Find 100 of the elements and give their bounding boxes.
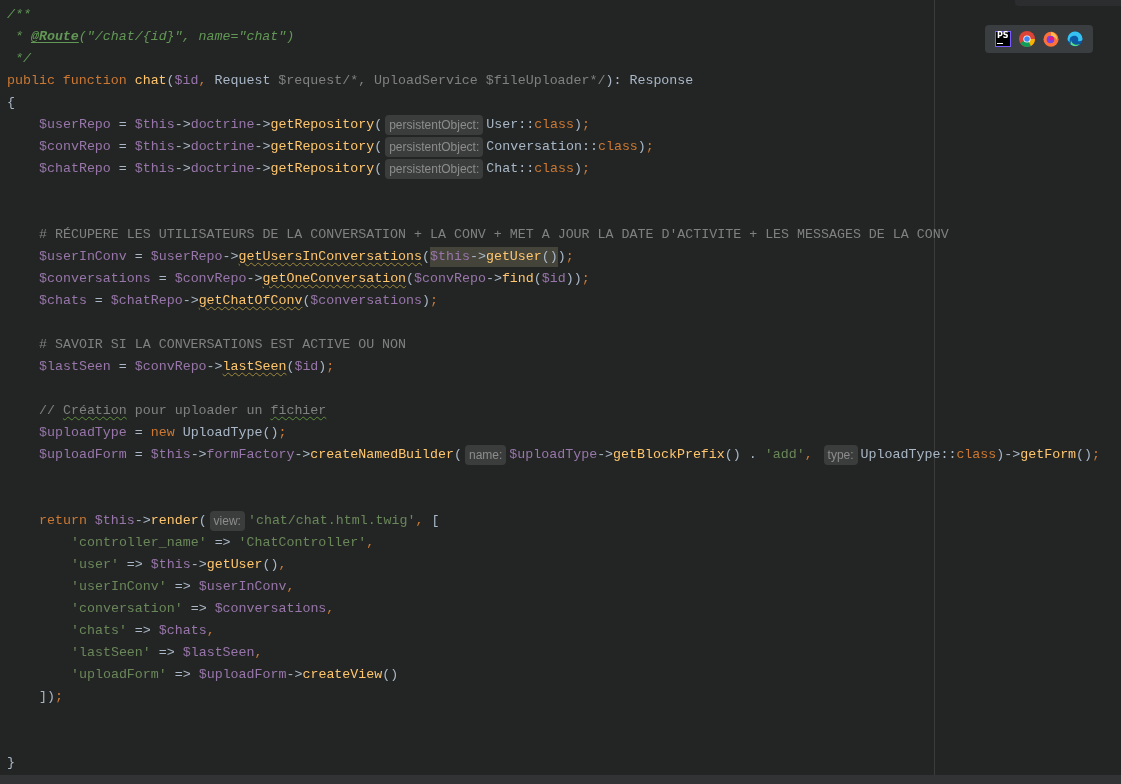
code-token: $this <box>94 512 135 531</box>
code-token: -> <box>254 138 271 157</box>
code-token: fichier <box>270 402 327 421</box>
code-token: createView <box>302 666 383 685</box>
code-token: ]) <box>39 688 55 707</box>
code-token: -> <box>174 116 191 135</box>
code-token: } <box>7 754 15 773</box>
code-token: $uploadForm <box>198 666 287 685</box>
code-token: 'userInConv' <box>71 578 167 597</box>
code-token: ; <box>565 248 574 267</box>
code-token: ) <box>574 160 582 179</box>
phpstorm-icon[interactable]: PS <box>995 31 1011 47</box>
code-token: Création <box>62 402 127 421</box>
code-token: -> <box>206 358 223 377</box>
code-token: 'conversation' <box>71 600 183 619</box>
code-token: */ <box>13 50 31 69</box>
code-token: $uploadType <box>509 446 598 465</box>
code-token: createNamedBuilder <box>310 446 454 465</box>
code-token: -> <box>174 160 191 179</box>
code-token: ( <box>286 358 295 377</box>
code-token: => <box>173 578 192 597</box>
code-token: () <box>262 556 279 575</box>
code-token: , <box>206 622 215 641</box>
code-token: getRepository <box>270 116 375 135</box>
code-token: => <box>213 534 232 553</box>
code-token: = <box>157 270 168 289</box>
code-token: $lastSeen <box>182 644 255 663</box>
code-token: $this <box>150 446 191 465</box>
code-token: ) <box>318 358 327 377</box>
code-token: return <box>39 512 88 531</box>
code-token: ( <box>302 292 311 311</box>
code-token: $this <box>430 247 470 267</box>
code-token: User:: <box>486 116 535 135</box>
code-token: ) <box>574 116 582 135</box>
code-token: = <box>133 446 144 465</box>
code-token: )-> <box>996 446 1021 465</box>
code-token: @Route <box>30 28 79 47</box>
code-token: * <box>13 28 24 47</box>
code-token: ; <box>54 688 63 707</box>
chrome-icon[interactable] <box>1019 31 1035 47</box>
code-token: class <box>597 138 638 157</box>
code-token: = <box>117 138 128 157</box>
code-token: ( <box>198 512 207 531</box>
code-token: getChatOfConv <box>198 292 303 311</box>
code-token: -> <box>174 138 191 157</box>
code-token: 'add' <box>764 446 805 465</box>
code-token: $uploadType <box>39 424 127 443</box>
code-token: -> <box>182 292 199 311</box>
code-token: $conversations <box>310 292 423 311</box>
code-token: 'chats' <box>71 622 127 641</box>
code-token: render <box>150 512 199 531</box>
code-token: ( <box>422 248 431 267</box>
code-token: [ <box>431 512 440 531</box>
code-token: ; <box>1092 446 1101 465</box>
code-token: , <box>198 72 208 91</box>
code-token: ; <box>430 292 439 311</box>
code-token: -> <box>190 446 207 465</box>
code-token: = <box>133 424 144 443</box>
code-token: $id <box>294 358 319 377</box>
code-token: , <box>366 534 375 553</box>
code-token: 'lastSeen' <box>71 644 151 663</box>
code-token: , <box>804 446 814 465</box>
code-token: ; <box>582 116 590 135</box>
code-token: Request <box>214 72 272 91</box>
firefox-icon[interactable] <box>1043 31 1059 47</box>
code-token: UploadType() <box>182 424 279 443</box>
code-token: => <box>133 622 152 641</box>
code-token: , <box>326 600 335 619</box>
parameter-hint: persistentObject: <box>385 115 484 135</box>
code-token: => <box>173 666 192 685</box>
code-token: = <box>117 160 128 179</box>
code-token: , <box>254 644 263 663</box>
edge-icon[interactable] <box>1067 31 1083 47</box>
code-token: $lastSeen <box>39 358 111 377</box>
code-token: $chats <box>158 622 207 641</box>
code-token: ; <box>326 358 335 377</box>
code-token: doctrine <box>190 116 255 135</box>
parameter-hint: name: <box>465 445 507 465</box>
code-token: -> <box>294 446 311 465</box>
code-token: pour uploader un <box>133 402 264 421</box>
horizontal-scrollbar[interactable] <box>0 775 1121 784</box>
code-token: -> <box>134 512 151 531</box>
code-token: $this <box>150 556 191 575</box>
code-token: getBlockPrefix <box>613 446 725 465</box>
code-token: getRepository <box>270 160 375 179</box>
code-token: )) <box>565 270 582 289</box>
code-token: = <box>117 116 128 135</box>
code-token: class <box>534 160 575 179</box>
code-token: -> <box>485 270 502 289</box>
code-token: => <box>189 600 208 619</box>
code-token: ( <box>374 160 383 179</box>
code-token: $convRepo <box>39 138 111 157</box>
code-token: $userInConv <box>198 578 287 597</box>
code-token: doctrine <box>190 138 255 157</box>
code-token: ( <box>166 72 175 91</box>
parameter-hint: view: <box>209 511 245 531</box>
code-token: ( <box>374 138 383 157</box>
code-token: -> <box>597 446 614 465</box>
code-token: ; <box>582 160 590 179</box>
code-token: $chats <box>39 292 87 311</box>
